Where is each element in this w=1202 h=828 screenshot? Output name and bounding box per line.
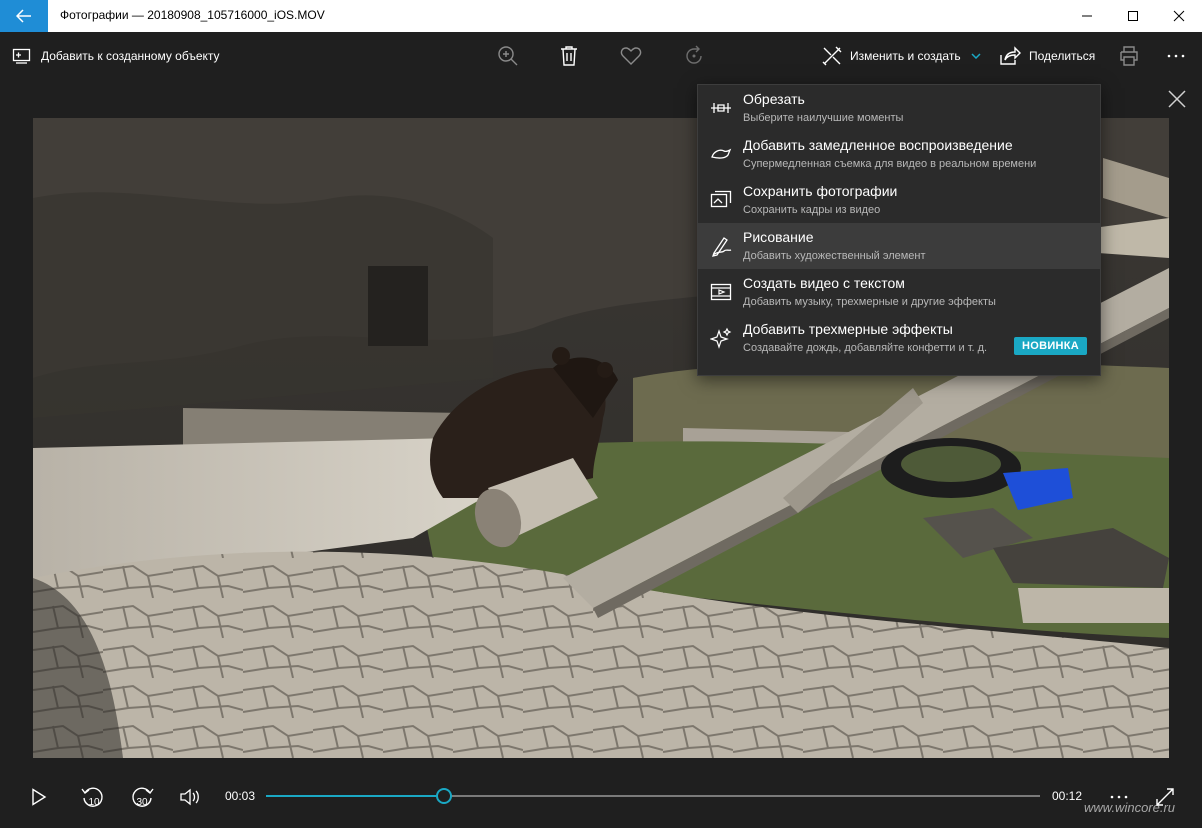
slow-motion-icon	[710, 143, 732, 165]
sparkle-icon	[710, 327, 732, 349]
rotate-icon	[683, 45, 705, 67]
menu-item-draw[interactable]: Рисование Добавить художественный элемен…	[698, 223, 1100, 269]
more-button[interactable]	[1167, 32, 1185, 80]
delete-button[interactable]	[559, 32, 579, 80]
zoom-in-icon	[497, 45, 519, 67]
menu-item-title: Создать видео с текстом	[743, 275, 905, 291]
share-button[interactable]: Поделиться	[999, 32, 1095, 80]
menu-item-title: Добавить трехмерные эффекты	[743, 321, 953, 337]
seek-bar[interactable]	[266, 788, 1040, 804]
volume-button[interactable]	[175, 782, 205, 812]
back-button[interactable]	[0, 0, 48, 32]
seek-thumb[interactable]	[436, 788, 453, 804]
player-controls: 10 30 00:03 00:12	[0, 770, 1202, 828]
command-bar: Добавить к созданному объекту Изменить и…	[0, 32, 1202, 80]
maximize-button[interactable]	[1110, 0, 1156, 32]
title-bar: Фотографии — 20180908_105716000_iOS.MOV	[0, 0, 1202, 32]
close-panel-icon[interactable]	[1166, 88, 1188, 110]
edit-create-button[interactable]: Изменить и создать	[821, 32, 981, 80]
menu-item-save-photos[interactable]: Сохранить фотографии Сохранить кадры из …	[698, 177, 1100, 223]
rotate-button[interactable]	[683, 32, 705, 80]
add-to-creation-label: Добавить к созданному объекту	[41, 49, 220, 63]
printer-icon	[1118, 45, 1140, 67]
menu-item-title: Рисование	[743, 229, 814, 245]
menu-item-subtitle: Создавайте дождь, добавляйте конфетти и …	[743, 342, 988, 354]
rewind-button[interactable]: 10	[78, 782, 108, 812]
edit-create-label: Изменить и создать	[850, 49, 961, 63]
favorite-button[interactable]	[620, 32, 642, 80]
forward-icon: 30	[132, 787, 154, 808]
volume-icon	[180, 788, 199, 806]
save-photos-icon	[710, 189, 732, 211]
minimize-button[interactable]	[1064, 0, 1110, 32]
forward-label: 30	[136, 797, 148, 808]
rewind-label: 10	[88, 797, 100, 808]
zoom-button[interactable]	[497, 32, 519, 80]
more-icon	[1167, 54, 1185, 58]
play-icon	[32, 788, 47, 806]
share-icon	[999, 46, 1021, 66]
new-badge: НОВИНКА	[1014, 337, 1087, 355]
menu-item-subtitle: Супермедленная съемка для видео в реальн…	[743, 158, 1037, 170]
heart-icon	[620, 46, 642, 66]
menu-item-subtitle: Добавить художественный элемент	[743, 250, 926, 262]
total-time: 00:12	[1052, 789, 1083, 803]
rewind-icon: 10	[81, 787, 103, 808]
menu-item-trim[interactable]: Обрезать Выберите наилучшие моменты	[698, 85, 1100, 131]
trim-icon	[710, 97, 732, 119]
menu-item-slow-motion[interactable]: Добавить замедленное воспроизведение Суп…	[698, 131, 1100, 177]
current-time: 00:03	[225, 789, 256, 803]
edit-create-menu: Обрезать Выберите наилучшие моменты Доба…	[697, 84, 1101, 376]
minimize-icon	[1082, 15, 1092, 17]
chevron-down-icon	[971, 53, 981, 59]
menu-item-subtitle: Сохранить кадры из видео	[743, 204, 881, 216]
arrow-left-icon	[16, 9, 31, 23]
draw-icon	[710, 235, 732, 257]
close-icon	[1173, 10, 1185, 22]
watermark: www.wincore.ru	[1084, 800, 1176, 815]
edit-create-icon	[821, 45, 843, 67]
menu-item-title: Добавить замедленное воспроизведение	[743, 137, 1013, 153]
trash-icon	[559, 45, 579, 67]
print-button[interactable]	[1118, 32, 1140, 80]
share-label: Поделиться	[1029, 49, 1096, 63]
add-to-creation-button[interactable]: Добавить к созданному объекту	[12, 32, 220, 80]
more-icon	[1110, 795, 1128, 799]
menu-item-title: Обрезать	[743, 91, 805, 107]
video-text-icon	[710, 281, 732, 303]
add-to-creation-icon	[12, 47, 32, 65]
seek-bar-progress	[266, 795, 445, 797]
menu-item-subtitle: Добавить музыку, трехмерные и другие эфф…	[743, 296, 996, 308]
forward-button[interactable]: 30	[127, 782, 157, 812]
window-title: Фотографии — 20180908_105716000_iOS.MOV	[60, 8, 325, 22]
menu-item-video-text[interactable]: Создать видео с текстом Добавить музыку,…	[698, 269, 1100, 315]
close-window-button[interactable]	[1156, 0, 1202, 32]
menu-item-subtitle: Выберите наилучшие моменты	[743, 112, 904, 124]
maximize-icon	[1128, 11, 1138, 21]
menu-item-title: Сохранить фотографии	[743, 183, 898, 199]
play-button[interactable]	[24, 782, 54, 812]
